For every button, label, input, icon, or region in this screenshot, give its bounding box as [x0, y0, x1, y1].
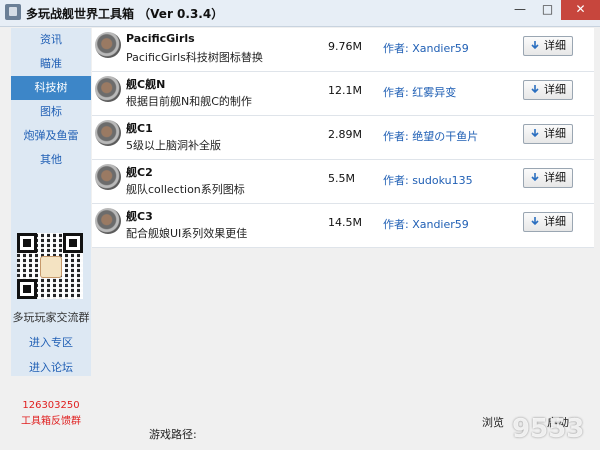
list-item: PacificGirls PacificGirls科技树图标替换 9.76M 作…	[92, 28, 594, 72]
list-item: 舰C1 5级以上脑洞补全版 2.89M 作者: 绝望の干鱼片 详细	[92, 116, 594, 160]
mod-thumbnail	[95, 208, 121, 234]
game-path-label: 游戏路径:	[149, 428, 197, 441]
enter-forum-link[interactable]: 进入论坛	[11, 359, 91, 375]
sidebar-item-shells-torpedoes[interactable]: 炮弹及鱼雷	[11, 124, 91, 148]
contact-label: 工具箱反馈群	[21, 416, 81, 427]
mod-author: 作者: 红雾异变	[383, 86, 457, 99]
list-item: 舰C2 舰队collection系列图标 5.5M 作者: sudoku135 …	[92, 160, 594, 204]
mod-description: PacificGirls科技树图标替换	[126, 51, 263, 64]
sidebar-item-aim[interactable]: 瞄准	[11, 52, 91, 76]
mod-size: 5.5M	[328, 172, 355, 185]
watermark: 9553	[512, 414, 585, 444]
mod-author: 作者: Xandier59	[383, 42, 469, 55]
detail-button[interactable]: 详细	[523, 36, 573, 56]
sidebar: 资讯 瞄准 科技树 图标 炮弹及鱼雷 其他 多玩玩家交流群 进入专区 进入论坛	[11, 28, 91, 376]
mod-size: 2.89M	[328, 128, 362, 141]
mod-description: 5级以上脑洞补全版	[126, 139, 221, 152]
mod-thumbnail	[95, 164, 121, 190]
title-bar: 多玩战舰世界工具箱 （Ver 0.3.4） — □ ✕	[0, 0, 600, 27]
mod-author: 作者: sudoku135	[383, 174, 473, 187]
qr-finder-top-right	[63, 233, 83, 253]
maximize-button[interactable]: □	[534, 0, 561, 20]
window-title: 多玩战舰世界工具箱 （Ver 0.3.4）	[26, 7, 224, 21]
mod-size: 9.76M	[328, 40, 362, 53]
mod-size: 14.5M	[328, 216, 362, 229]
detail-button-label: 详细	[544, 215, 566, 228]
mod-title: 舰C舰N	[126, 78, 166, 91]
qr-finder-bottom-left	[17, 279, 37, 299]
sidebar-item-icons[interactable]: 图标	[11, 100, 91, 124]
download-arrow-icon	[531, 85, 539, 94]
qr-finder-top-left	[17, 233, 37, 253]
minimize-button[interactable]: —	[506, 0, 534, 20]
app-icon	[5, 4, 21, 20]
download-arrow-icon	[531, 173, 539, 182]
mod-thumbnail	[95, 32, 121, 58]
sidebar-item-other[interactable]: 其他	[11, 148, 91, 172]
detail-button[interactable]: 详细	[523, 212, 573, 232]
detail-button[interactable]: 详细	[523, 80, 573, 100]
detail-button[interactable]: 详细	[523, 168, 573, 188]
mod-list: PacificGirls PacificGirls科技树图标替换 9.76M 作…	[92, 28, 594, 248]
detail-button[interactable]: 详细	[523, 124, 573, 144]
list-item: 舰C舰N 根据目前舰N和舰C的制作 12.1M 作者: 红雾异变 详细	[92, 72, 594, 116]
detail-button-label: 详细	[544, 171, 566, 184]
group-label: 多玩玩家交流群	[12, 311, 90, 324]
mod-size: 12.1M	[328, 84, 362, 97]
mod-title: 舰C2	[126, 166, 153, 179]
detail-button-label: 详细	[544, 127, 566, 140]
mod-description: 舰队collection系列图标	[126, 183, 245, 196]
detail-button-label: 详细	[544, 83, 566, 96]
mod-thumbnail	[95, 76, 121, 102]
mod-author: 作者: 绝望の干鱼片	[383, 130, 479, 143]
mod-title: PacificGirls	[126, 32, 195, 45]
download-arrow-icon	[531, 217, 539, 226]
mod-author: 作者: Xandier59	[383, 218, 469, 231]
qr-logo-icon	[40, 256, 62, 278]
mod-title: 舰C3	[126, 210, 153, 223]
sidebar-item-news[interactable]: 资讯	[11, 28, 91, 52]
mod-title: 舰C1	[126, 122, 153, 135]
download-arrow-icon	[531, 129, 539, 138]
mod-description: 根据目前舰N和舰C的制作	[126, 95, 252, 108]
sidebar-item-tech-tree[interactable]: 科技树	[11, 76, 91, 100]
mod-thumbnail	[95, 120, 121, 146]
mod-description: 配合舰娘UI系列效果更佳	[126, 227, 248, 240]
detail-button-label: 详细	[544, 39, 566, 52]
enter-zone-link[interactable]: 进入专区	[11, 334, 91, 350]
list-item: 舰C3 配合舰娘UI系列效果更佳 14.5M 作者: Xandier59 详细	[92, 204, 594, 248]
download-arrow-icon	[531, 41, 539, 50]
contact-number: 126303250	[22, 400, 80, 411]
close-button[interactable]: ✕	[561, 0, 600, 20]
